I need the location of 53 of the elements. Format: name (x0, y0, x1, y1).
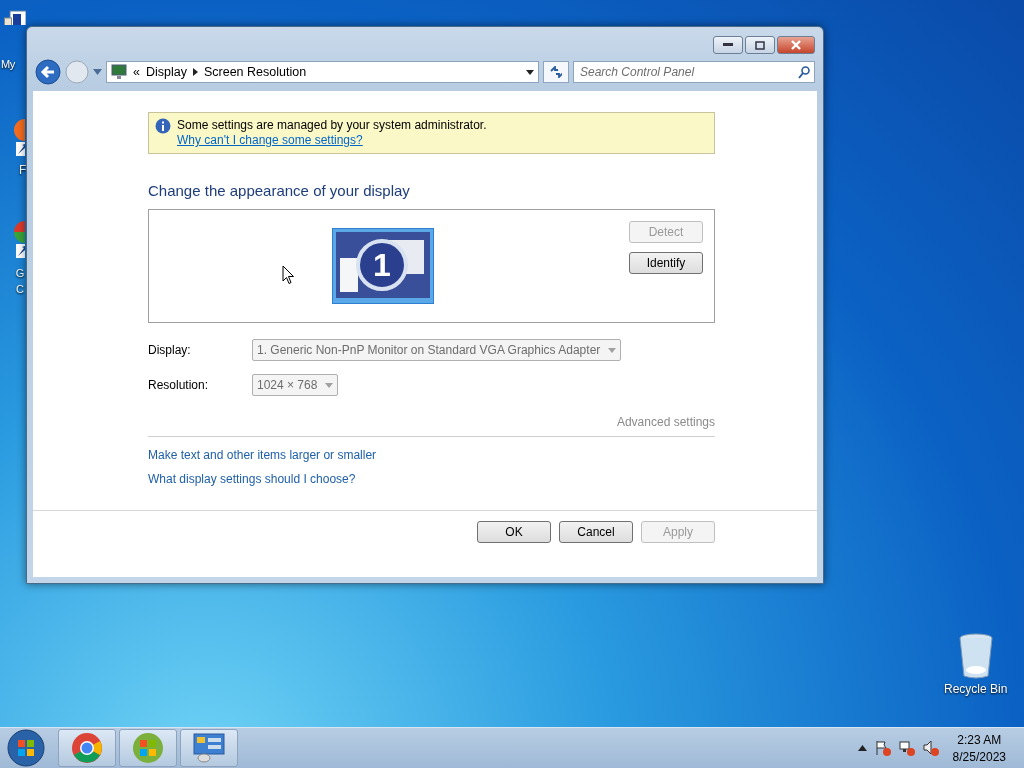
help-link[interactable]: Why can't I change some settings? (177, 133, 487, 147)
identify-button[interactable]: Identify (629, 252, 703, 274)
clock-time: 2:23 AM (957, 732, 1002, 747)
maximize-icon (755, 40, 765, 50)
maximize-button[interactable] (745, 36, 775, 54)
desktop-icon-label: My (1, 58, 15, 70)
notice-message: Some settings are managed by your system administrator. (177, 118, 487, 132)
field-label: Display: (148, 343, 192, 357)
mouse-cursor-icon (282, 265, 295, 285)
desktop-icon-label: Recycle Bin (944, 682, 1008, 696)
taskbar-button[interactable] (58, 729, 116, 767)
breadcrumb-separator-icon[interactable] (192, 68, 198, 76)
clock-date: 8/25/2023 (952, 749, 1006, 764)
start-button[interactable] (6, 728, 46, 768)
dropdown-caret-icon (325, 382, 334, 388)
speaker-muted-icon[interactable] (922, 740, 939, 756)
dropdown-caret-icon (608, 347, 617, 353)
breadcrumb[interactable]: Screen Resolution (203, 65, 307, 79)
show-hidden-icons-arrow-icon[interactable] (857, 745, 867, 751)
settings-link[interactable]: What display settings should I choose? (148, 472, 715, 486)
settings-link[interactable]: Make text and other items larger or smaller (148, 448, 715, 462)
monitor-icon (111, 64, 127, 80)
monitor-drawing[interactable]: 1 (332, 228, 434, 304)
close-button[interactable] (777, 36, 815, 54)
breadcrumb-overflow[interactable]: « (133, 65, 140, 79)
breadcrumb[interactable]: Display (145, 65, 187, 79)
info-icon (155, 118, 171, 134)
search-icon[interactable] (798, 66, 810, 79)
monitor-number: 1 (373, 247, 391, 283)
network-warning-icon[interactable] (898, 740, 915, 756)
address-bar[interactable]: « Display Screen Resolution (106, 61, 539, 83)
search-field[interactable]: Search Control Panel (573, 61, 815, 83)
flag-warning-icon[interactable] (874, 740, 891, 756)
windows-logo-icon (132, 732, 164, 764)
refresh-button[interactable] (543, 61, 569, 83)
desktop-icon-label: F (19, 163, 27, 177)
desktop-icon-label: G C (15, 266, 25, 297)
clock[interactable]: 2:23 AM 8/25/2023 (952, 732, 1006, 764)
chrome-icon (71, 732, 103, 764)
field-label: Resolution: (148, 378, 210, 392)
computer-icon[interactable] (4, 10, 26, 25)
dropdown-caret-icon[interactable] (526, 69, 534, 75)
close-icon (790, 40, 802, 50)
taskbar-button[interactable] (180, 729, 238, 767)
refresh-arrows-icon (550, 66, 562, 78)
cancel-button[interactable]: Cancel (559, 521, 633, 543)
control-panel-icon (193, 733, 225, 763)
minimize-icon (723, 43, 733, 47)
recycle-bin-icon[interactable] (958, 632, 994, 680)
taskbar-button[interactable] (119, 729, 177, 767)
section-heading: Change the appearance of your display (148, 182, 411, 199)
minimize-button[interactable] (713, 36, 743, 54)
ok-button[interactable]: OK (477, 521, 551, 543)
